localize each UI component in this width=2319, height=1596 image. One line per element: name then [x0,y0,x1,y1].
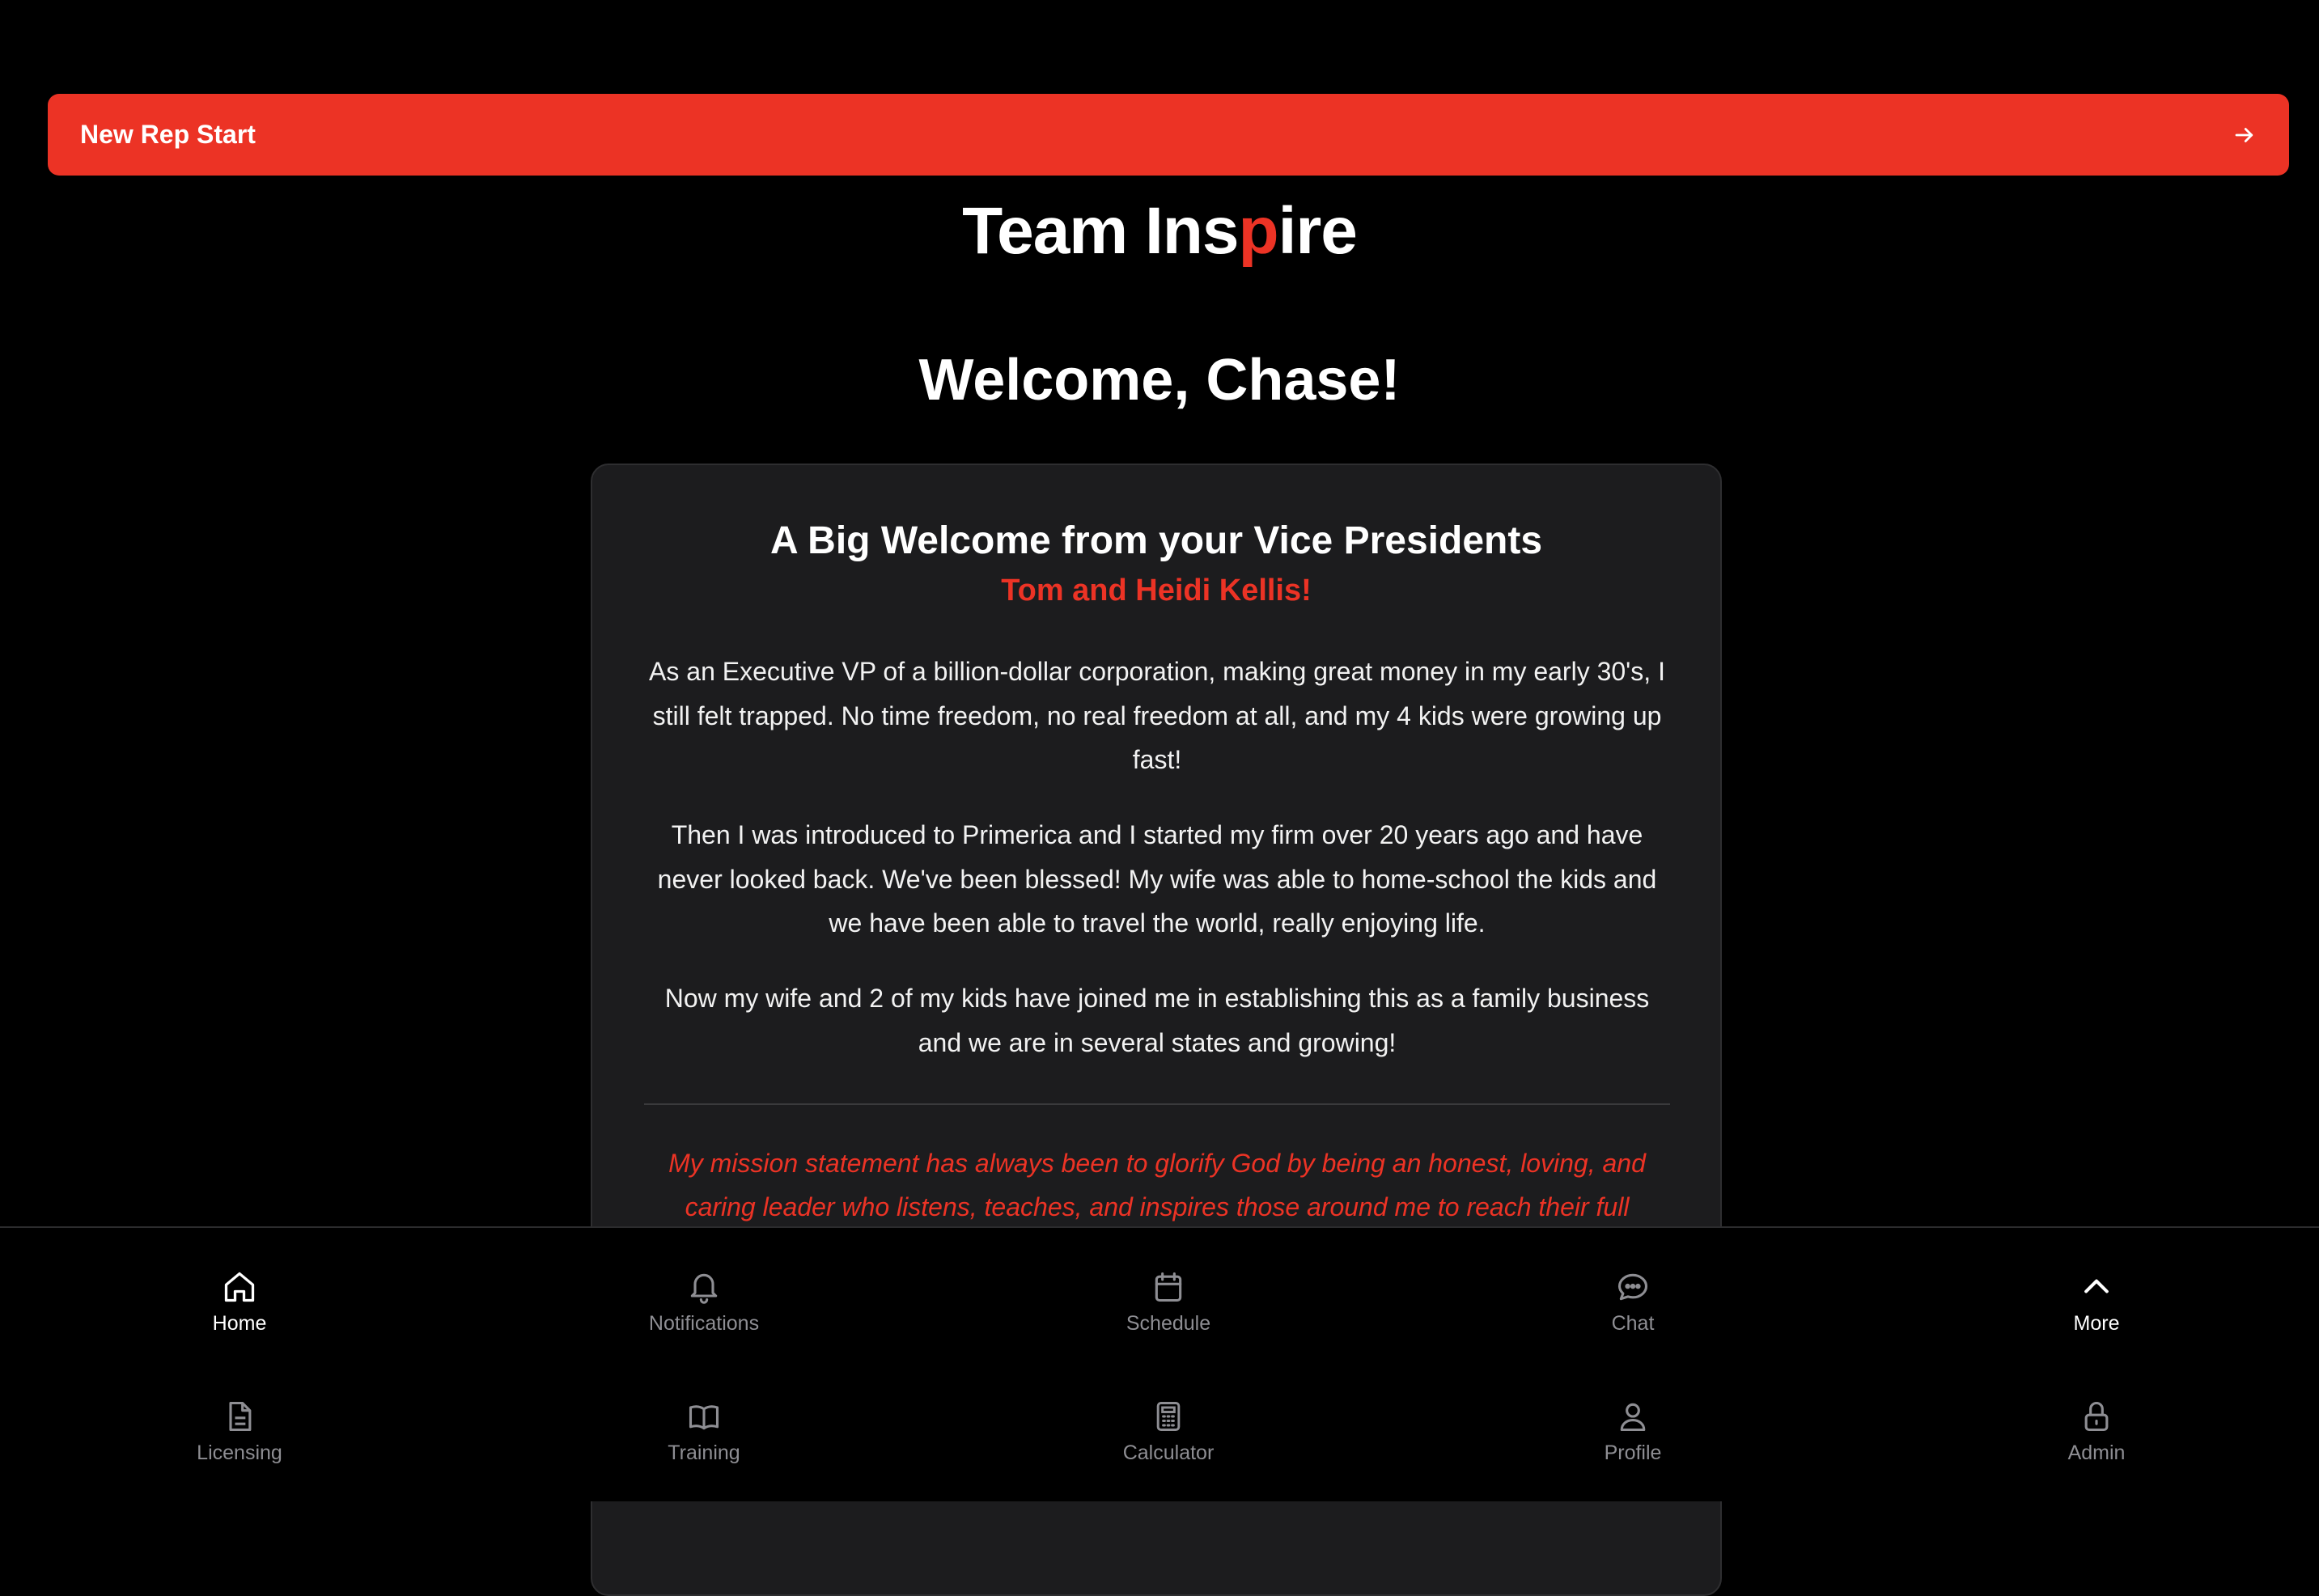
arrow-right-icon [2232,123,2257,147]
welcome-heading: Welcome, Chase! [918,348,1401,413]
user-icon [1614,1398,1651,1435]
nav-label: Profile [1604,1441,1662,1464]
mission-statement: My mission statement has always been to … [668,1149,1646,1221]
brand-logo: Team Inspire [0,191,2319,272]
home-icon [221,1268,258,1306]
chevron-up-icon [2078,1268,2115,1306]
new-rep-start-banner[interactable]: New Rep Start [48,94,2289,176]
nav-label: Training [668,1441,740,1464]
nav-chat[interactable]: Chat [1511,1268,1754,1357]
card-paragraph: Now my wife and 2 of my kids have joined… [664,984,1650,1057]
chat-icon [1614,1268,1651,1306]
nav-label: Chat [1611,1312,1655,1335]
calculator-icon [1150,1398,1187,1435]
brand-part-1: Team Ins [962,194,1239,268]
nav-label: Calculator [1122,1441,1215,1464]
nav-licensing[interactable]: Licensing [118,1398,361,1487]
book-icon [685,1398,723,1435]
card-paragraph: As an Executive VP of a billion-dollar c… [649,657,1665,774]
nav-label: Notifications [648,1312,760,1335]
brand-accent-letter: p [1238,194,1278,268]
nav-label: More [2073,1312,2120,1335]
bottom-navigation: Home Notifications Schedule Chat More Li… [0,1226,2319,1501]
card-subtitle: Tom and Heidi Kellis! [1001,574,1312,607]
nav-label: Schedule [1126,1312,1211,1335]
calendar-icon [1150,1268,1187,1306]
divider [644,1103,1670,1105]
nav-admin[interactable]: Admin [1975,1398,2218,1487]
card-title: A Big Welcome from your Vice Presidents [769,519,1543,562]
brand-part-2: ire [1278,194,1358,268]
nav-training[interactable]: Training [583,1398,825,1487]
nav-schedule[interactable]: Schedule [1047,1268,1290,1357]
lock-icon [2078,1398,2115,1435]
nav-profile[interactable]: Profile [1511,1398,1754,1487]
nav-home[interactable]: Home [118,1268,361,1357]
nav-label: Home [212,1312,267,1335]
card-paragraph: Then I was introduced to Primerica and I… [657,820,1657,938]
nav-notifications[interactable]: Notifications [583,1268,825,1357]
document-icon [221,1398,258,1435]
nav-label: Admin [2067,1441,2126,1464]
banner-label: New Rep Start [80,120,256,149]
nav-calculator[interactable]: Calculator [1047,1398,1290,1487]
nav-more[interactable]: More [1975,1268,2218,1357]
nav-label: Licensing [197,1441,282,1464]
bell-icon [685,1268,723,1306]
